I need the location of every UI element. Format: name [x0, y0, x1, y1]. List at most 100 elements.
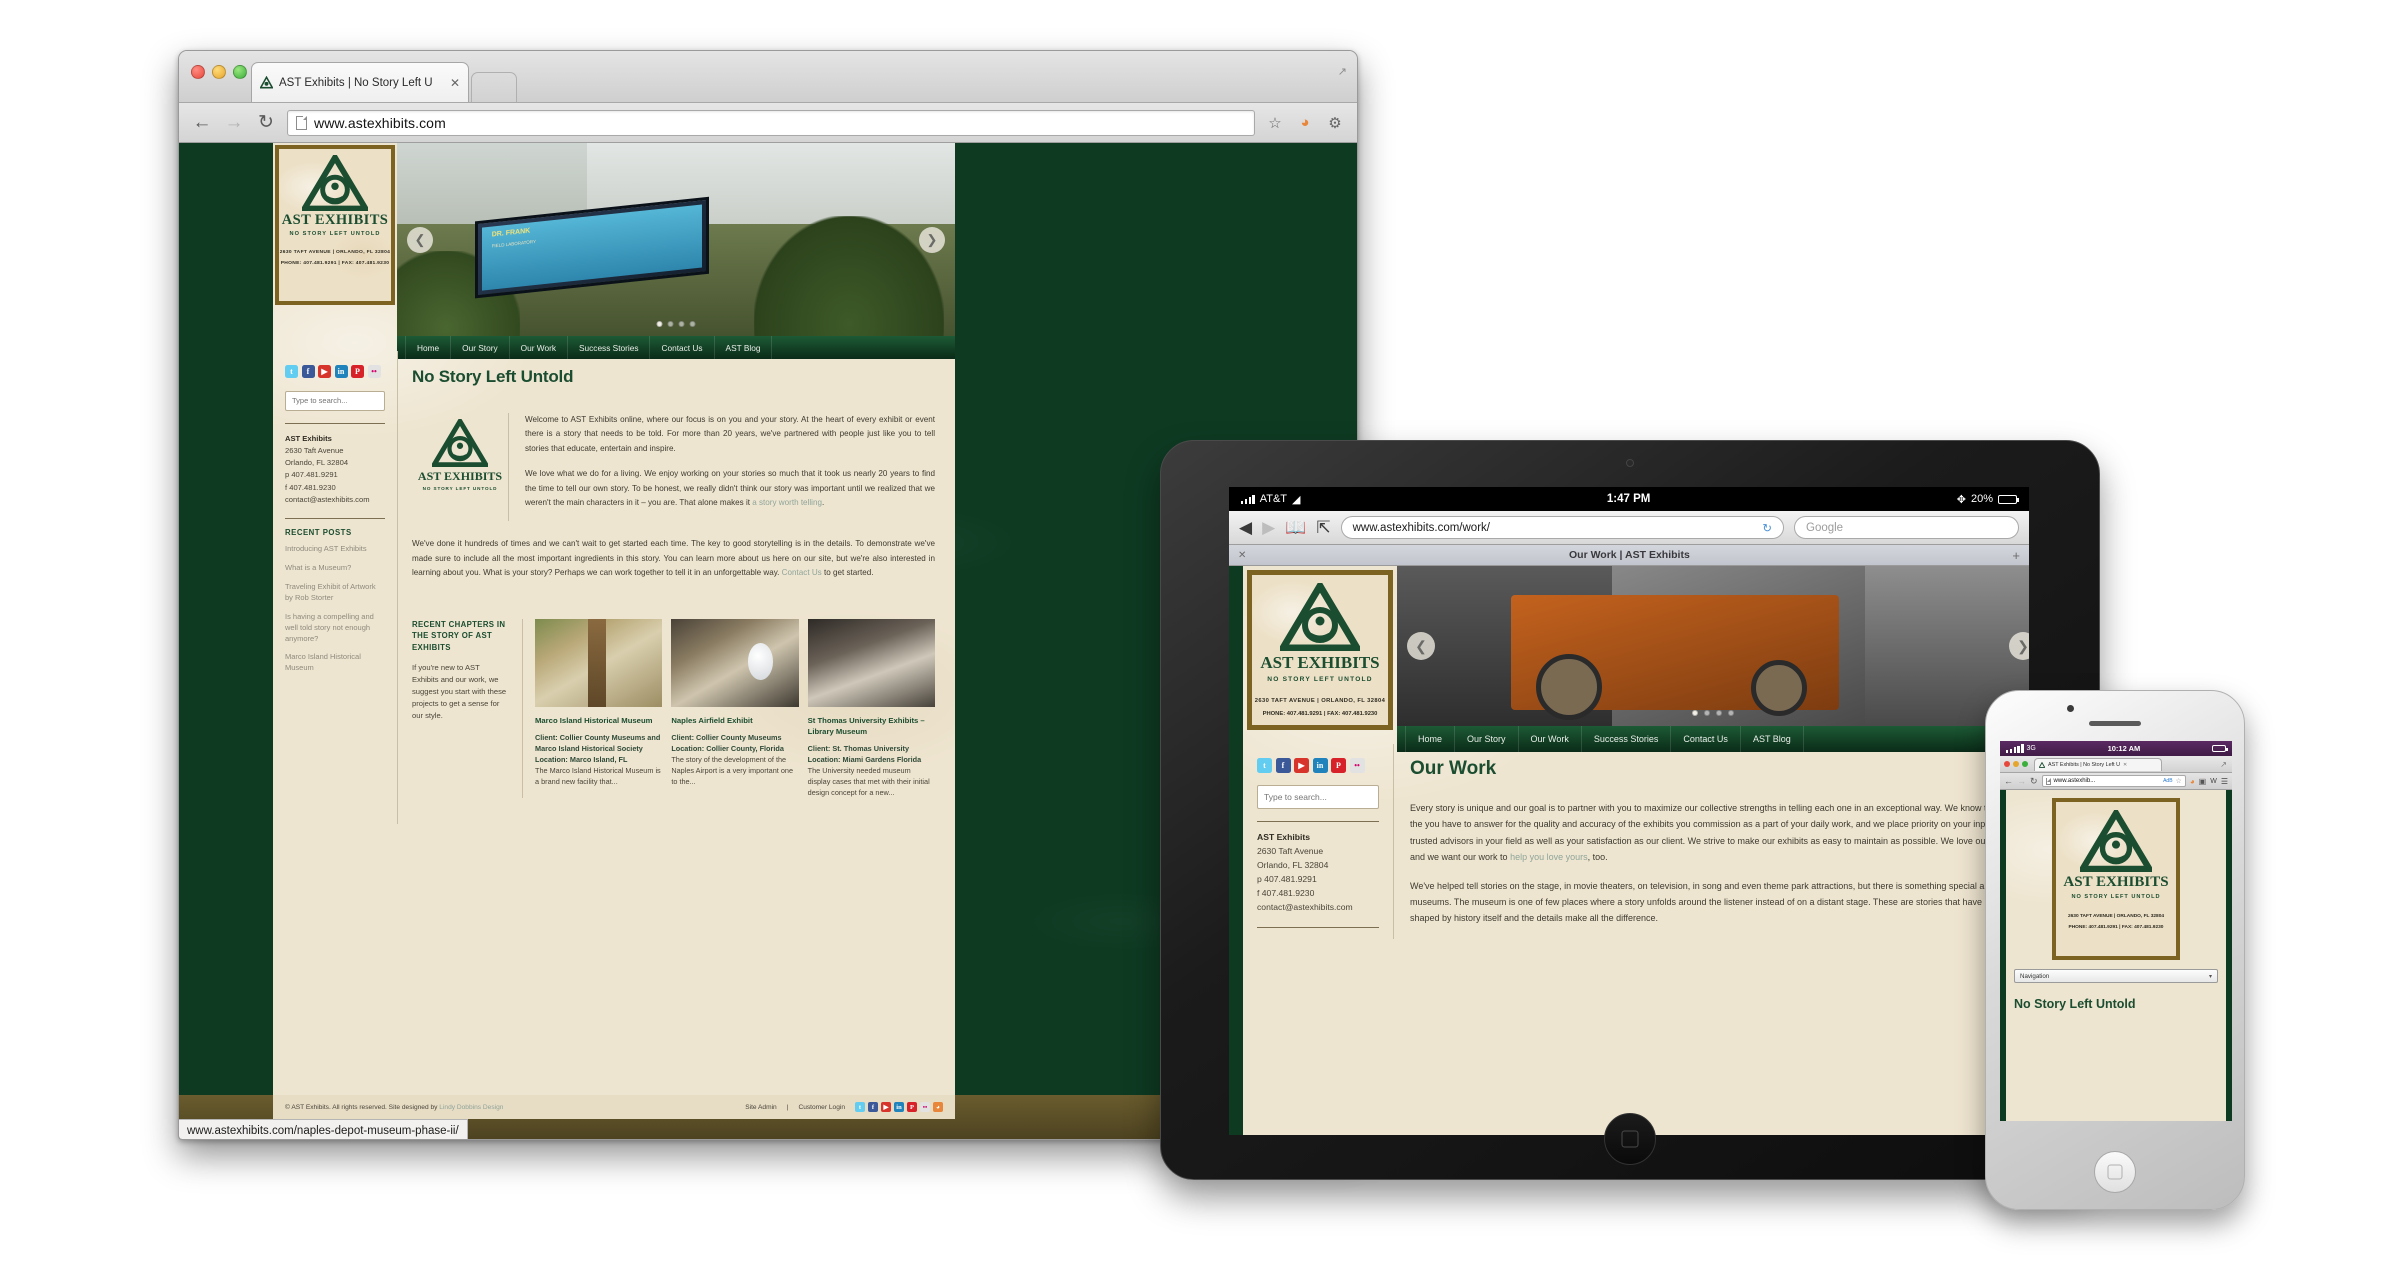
- forward-arrow-icon[interactable]: →: [223, 112, 245, 134]
- facebook-icon[interactable]: f: [301, 365, 315, 378]
- chevron-left-icon[interactable]: ❮: [407, 226, 433, 253]
- youtube-icon[interactable]: ▶: [1294, 758, 1309, 773]
- project-thumbnail[interactable]: [535, 618, 663, 707]
- hero-slider[interactable]: DR. FRANK FIELD LABORATORY ❮ ❯: [397, 143, 955, 336]
- flickr-icon[interactable]: ••: [920, 1102, 930, 1112]
- nav-item-our-work[interactable]: Our Work: [1519, 726, 1582, 752]
- project-card[interactable]: Marco Island Historical Museum Client: C…: [535, 618, 663, 799]
- project-title[interactable]: St Thomas University Exhibits – Library …: [808, 715, 935, 737]
- minimize-window-button[interactable]: [2013, 761, 2019, 767]
- pinterest-icon[interactable]: P: [907, 1102, 917, 1112]
- site-admin-link[interactable]: Site Admin: [745, 1104, 777, 1111]
- maximize-icon[interactable]: ↗: [1338, 65, 1347, 78]
- close-tab-icon[interactable]: ✕: [450, 76, 460, 90]
- slider-dots[interactable]: [1692, 710, 1734, 716]
- tablet-address-bar[interactable]: www.astexhibits.com/work/ ↻: [1340, 516, 1784, 539]
- footer-social-links[interactable]: t f ▶ in P •• ◕: [855, 1102, 943, 1112]
- recent-post-link[interactable]: Traveling Exhibit of Artwork by Rob Stor…: [285, 582, 385, 604]
- reload-icon[interactable]: ↻: [255, 111, 277, 134]
- slider-dot[interactable]: [1728, 710, 1734, 716]
- pinterest-icon[interactable]: P: [1331, 758, 1346, 773]
- recent-post-link[interactable]: Marco Island Historical Museum: [285, 652, 385, 674]
- twitter-icon[interactable]: t: [285, 365, 298, 378]
- close-icon[interactable]: ✕: [1238, 550, 1246, 561]
- book-icon[interactable]: 📖: [1285, 518, 1306, 538]
- zoom-window-button[interactable]: [2022, 761, 2028, 767]
- back-arrow-icon[interactable]: ←: [191, 112, 213, 134]
- close-window-button[interactable]: [191, 65, 205, 79]
- social-links[interactable]: t f ▶ in P ••: [285, 365, 385, 378]
- tablet-hero-slider[interactable]: ❮ ❯: [1397, 566, 2029, 726]
- slider-dot[interactable]: [1716, 710, 1722, 716]
- browser-tab-active[interactable]: AST Exhibits | No Story Left U ✕: [251, 62, 469, 102]
- nav-item-contact-us[interactable]: Contact Us: [1671, 726, 1741, 752]
- home-button[interactable]: [1604, 1113, 1656, 1165]
- zoom-window-button[interactable]: [233, 65, 247, 79]
- youtube-icon[interactable]: ▶: [318, 365, 331, 378]
- recent-post-link[interactable]: Introducing AST Exhibits: [285, 544, 385, 555]
- adblock-icon[interactable]: AdB: [2163, 778, 2172, 784]
- rss-icon[interactable]: ◕: [1295, 114, 1315, 131]
- hamburger-menu-icon[interactable]: ☰: [2221, 777, 2228, 786]
- slider-dots[interactable]: [656, 321, 696, 327]
- site-logo[interactable]: AST EXHIBITS NO STORY LEFT UNTOLD 2630 T…: [1247, 570, 1393, 730]
- tablet-main-navigation[interactable]: Home Our Story Our Work Success Stories …: [1397, 726, 2029, 752]
- chevron-left-icon[interactable]: ❮: [1407, 632, 1435, 660]
- designer-link[interactable]: Lindy Dobbins Design: [439, 1104, 503, 1111]
- flickr-icon[interactable]: ••: [1349, 758, 1365, 773]
- browser-tab-active[interactable]: AST Exhibits | No Story Left U ✕: [2034, 757, 2162, 771]
- tablet-tab-bar[interactable]: ✕ Our Work | AST Exhibits +: [1229, 545, 2029, 566]
- slider-dot[interactable]: [678, 321, 685, 327]
- address-bar[interactable]: www.astexhibits.com: [287, 109, 1255, 136]
- back-arrow-icon[interactable]: ◀: [1239, 518, 1252, 538]
- search-input[interactable]: [1257, 785, 1379, 809]
- phone-address-bar[interactable]: www.astexhib... AdB ☆: [2041, 775, 2186, 787]
- forward-arrow-icon[interactable]: →: [2017, 776, 2026, 786]
- new-tab-button[interactable]: [471, 72, 517, 102]
- facebook-icon[interactable]: f: [1275, 758, 1291, 773]
- youtube-icon[interactable]: ▶: [881, 1102, 891, 1112]
- close-window-button[interactable]: [2004, 761, 2010, 767]
- star-icon[interactable]: ☆: [1265, 114, 1285, 132]
- linkedin-icon[interactable]: in: [1312, 758, 1328, 773]
- nav-item-success-stories[interactable]: Success Stories: [1582, 726, 1672, 752]
- forward-arrow-icon[interactable]: ▶: [1262, 518, 1275, 538]
- recent-post-link[interactable]: Is having a compelling and well told sto…: [285, 612, 385, 645]
- project-thumbnail[interactable]: [671, 618, 799, 707]
- reload-icon[interactable]: ↻: [1762, 521, 1772, 535]
- site-logo[interactable]: AST EXHIBITS NO STORY LEFT UNTOLD 2630 T…: [2052, 798, 2180, 960]
- project-title[interactable]: Marco Island Historical Museum: [535, 715, 662, 726]
- close-tab-icon[interactable]: ✕: [2123, 762, 2127, 768]
- sidebar-email[interactable]: contact@astexhibits.com: [1257, 901, 1379, 915]
- slider-dot[interactable]: [656, 321, 663, 327]
- social-links[interactable]: t f ▶ in P ••: [1257, 758, 1379, 773]
- flickr-icon[interactable]: ••: [367, 365, 381, 378]
- chevron-right-icon[interactable]: ❯: [2009, 632, 2029, 660]
- project-card[interactable]: St Thomas University Exhibits – Library …: [807, 618, 935, 799]
- linkedin-icon[interactable]: in: [334, 365, 348, 378]
- back-arrow-icon[interactable]: ←: [2004, 776, 2013, 786]
- pinterest-icon[interactable]: P: [351, 365, 364, 378]
- home-button[interactable]: [2094, 1151, 2136, 1193]
- reload-icon[interactable]: ↻: [2030, 776, 2038, 787]
- window-controls[interactable]: [191, 65, 247, 79]
- maximize-icon[interactable]: ↗: [2220, 760, 2227, 769]
- plus-icon[interactable]: +: [2012, 548, 2020, 563]
- linkedin-icon[interactable]: in: [894, 1102, 904, 1112]
- rss-icon[interactable]: ◕: [933, 1102, 943, 1112]
- navigation-select[interactable]: Navigation ▾: [2014, 969, 2218, 983]
- screenshot-icon[interactable]: ▣: [2199, 777, 2207, 786]
- slider-dot[interactable]: [689, 321, 696, 327]
- slider-dot[interactable]: [1692, 710, 1698, 716]
- share-icon[interactable]: ⇱: [1316, 518, 1330, 538]
- project-title[interactable]: Naples Airfield Exhibit: [671, 715, 798, 726]
- chevron-right-icon[interactable]: ❯: [919, 226, 945, 253]
- recent-post-link[interactable]: What is a Museum?: [285, 563, 385, 574]
- search-input[interactable]: [285, 390, 385, 411]
- rss-icon[interactable]: ◕: [2190, 777, 2195, 786]
- tablet-search-field[interactable]: Google: [1794, 516, 2019, 539]
- minimize-window-button[interactable]: [212, 65, 226, 79]
- twitter-icon[interactable]: t: [855, 1102, 865, 1112]
- twitter-icon[interactable]: t: [1257, 758, 1272, 773]
- project-card[interactable]: Naples Airfield Exhibit Client: Collier …: [671, 618, 799, 799]
